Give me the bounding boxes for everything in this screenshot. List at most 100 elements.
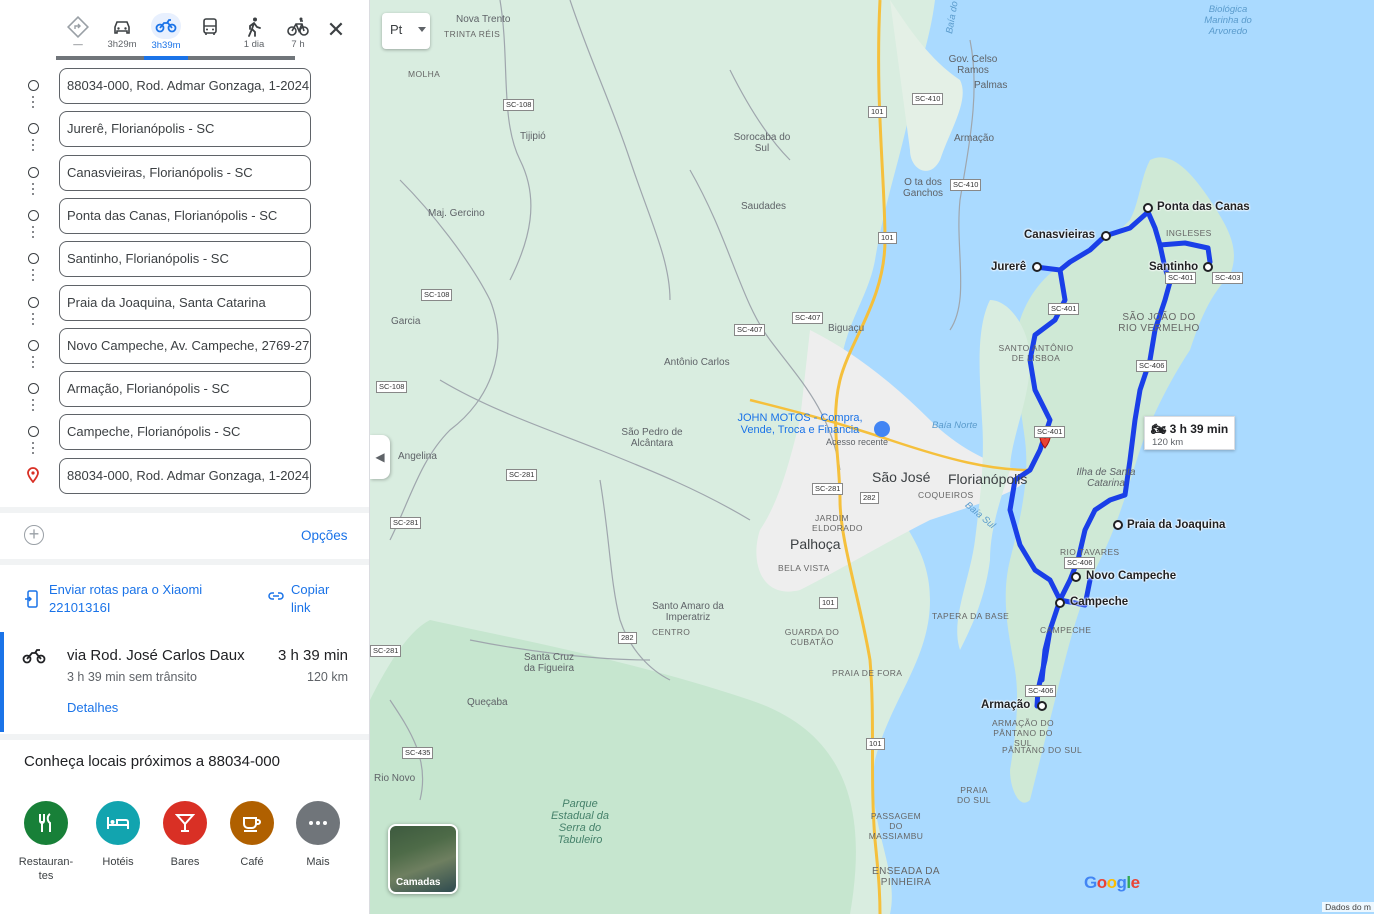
map-language-button[interactable]: Pt [382,13,430,49]
layers-button[interactable]: Camadas [388,824,458,894]
copy-link-button[interactable]: Copiar link [291,581,329,617]
place-label: Antônio Carlos [664,357,730,368]
waypoint-connector [32,356,35,371]
nearby-title: Conheça locais próximos a 88034-000 [24,753,280,770]
restaurant-icon [24,801,68,845]
route-option-card[interactable]: via Rod. José Carlos Daux 3 h 39 min 3 h… [0,632,369,732]
place-label: ARMAÇÃO DO PÂNTANO DO SUL [991,718,1055,748]
waypoint-row: Novo Campeche, Av. Campeche, 2769-2773 [0,328,369,364]
place-label: PRAIA DO SUL [956,785,992,805]
place-label: Ilha de Santa Catarina [1076,467,1136,489]
waypoint-input[interactable]: Campeche, Florianópolis - SC [59,414,311,450]
road-shield: 282 [860,492,879,504]
destination-pin-icon [27,467,39,483]
business-label[interactable]: JOHN MOTOS - Compra, Vende, Troca e Fina… [730,412,870,436]
mode-transit-button[interactable] [188,12,232,56]
waypoint-connector [32,269,35,284]
add-destination-icon[interactable]: + [24,525,44,545]
route-distance: 120 km [307,670,348,684]
waypoint-circle-icon [28,426,39,437]
map-language-label: Pt [390,22,403,37]
road-shield: SC-281 [370,645,402,657]
close-directions-button[interactable]: ✕ [322,16,350,44]
road-shield: SC-108 [503,99,535,111]
send-to-phone-icon[interactable] [25,590,39,608]
place-label: PÂNTANO DO SUL [1002,745,1083,755]
share-row: Enviar rotas para o Xiaomi 22101316I Cop… [0,566,369,628]
waypoint-connector [32,183,35,198]
route-details-button[interactable]: Detalhes [67,700,118,715]
tooltip-distance: 120 km [1152,437,1184,448]
road-shield: 282 [618,632,637,644]
road-shield: 101 [868,106,887,118]
mode-walk-button[interactable]: 1 dia [232,12,276,56]
waypoint-input[interactable]: Santinho, Florianópolis - SC [59,241,311,277]
waypoint-input[interactable]: Novo Campeche, Av. Campeche, 2769-2773 [59,328,311,364]
waypoint-circle-icon [28,123,39,134]
waypoint-input[interactable]: Ponta das Canas, Florianópolis - SC [59,198,311,234]
waypoint-marker-label[interactable]: Campeche [1070,596,1128,608]
waypoint-marker-label[interactable]: Ponta das Canas [1157,201,1250,213]
road-shield: SC-108 [376,381,408,393]
place-label: Gov. Celso Ramos [948,54,998,76]
motorcycle-icon [155,19,177,33]
motorcycle-icon [22,649,46,664]
map-attribution[interactable]: Dados do m [1322,902,1374,912]
waypoint-circle-icon [28,253,39,264]
place-label: RIO TAVARES [1060,547,1120,557]
waypoint-marker-label[interactable]: Canasvieiras [1024,229,1095,241]
road-shield: SC-403 [1212,272,1244,284]
place-label: PRAIA DE FORA [832,668,903,678]
waypoint-input[interactable]: Praia da Joaquina, Santa Catarina [59,285,311,321]
waypoint-input[interactable]: 88034-000, Rod. Admar Gonzaga, 1-2024 [59,68,311,104]
waypoint-marker-label[interactable]: Praia da Joaquina [1127,519,1225,531]
waypoint-marker-label[interactable]: Novo Campeche [1086,570,1176,582]
place-label: TAPERA DA BASE [932,611,1010,621]
walk-icon [248,17,261,37]
city-label: Florianópolis [948,471,1028,487]
waypoint-row: Campeche, Florianópolis - SC [0,414,369,450]
category-hotels-button[interactable]: Hotéis [88,801,148,869]
category-cafe-button[interactable]: Café [222,801,282,869]
place-label: Sorocaba do Sul [733,132,791,154]
category-bars-button[interactable]: Bares [155,801,215,869]
place-label: GUARDA DO CUBATÃO [784,627,840,647]
collapse-panel-button[interactable]: ◀ [370,435,390,479]
mode-best-label: — [73,39,83,50]
place-label: Santo Amaro da Imperatriz [652,601,724,623]
place-label: Saudades [741,201,787,212]
waypoint-input[interactable]: Canasvieiras, Florianópolis - SC [59,155,311,191]
add-destination-row: + Opções [0,515,369,557]
mode-motorcycle-button[interactable]: 3h39m [144,12,188,56]
layers-label: Camadas [396,877,441,888]
category-more-button[interactable]: Mais [288,801,348,869]
mode-bike-button[interactable]: 7 h [276,12,320,56]
waypoint-input[interactable]: 88034-000, Rod. Admar Gonzaga, 1-2024 [59,458,311,494]
waypoint-marker-label[interactable]: Jurerê [991,261,1026,273]
waypoint-input[interactable]: Jurerê, Florianópolis - SC [59,111,311,147]
section-divider [0,559,369,565]
category-restaurants-button[interactable]: Restauran-tes [16,801,76,883]
send-to-phone-link[interactable]: Enviar rotas para o Xiaomi 22101316I [49,581,229,617]
waypoint-marker-label[interactable]: Santinho [1149,261,1198,273]
mode-best-button[interactable]: — [56,12,100,56]
waypoint-input[interactable]: Armação, Florianópolis - SC [59,371,311,407]
road-shield: SC-410 [912,93,944,105]
bicycle-icon [287,17,309,36]
route-duration: 3 h 39 min [277,647,348,664]
mode-car-button[interactable]: 3h29m [100,12,144,56]
waypoint-marker-label[interactable]: Armação [981,699,1030,711]
link-icon[interactable] [268,591,284,601]
city-label: Palhoça [790,536,841,552]
hotel-bed-icon [96,801,140,845]
map-canvas[interactable]: Nova Trento TRINTA RÉIS MOLHA Tijipió So… [370,0,1374,914]
options-button[interactable]: Opções [301,528,348,543]
waypoint-connector [32,226,35,241]
waypoint-connector [32,139,35,154]
road-shield: SC-410 [950,179,982,191]
copy-link-line2: link [291,600,311,615]
place-label: Biguaçu [828,323,865,334]
more-dots-icon [296,801,340,845]
route-duration-tooltip[interactable]: 🏍 3 h 39 min 120 km [1144,416,1235,450]
road-shield: 101 [878,232,897,244]
